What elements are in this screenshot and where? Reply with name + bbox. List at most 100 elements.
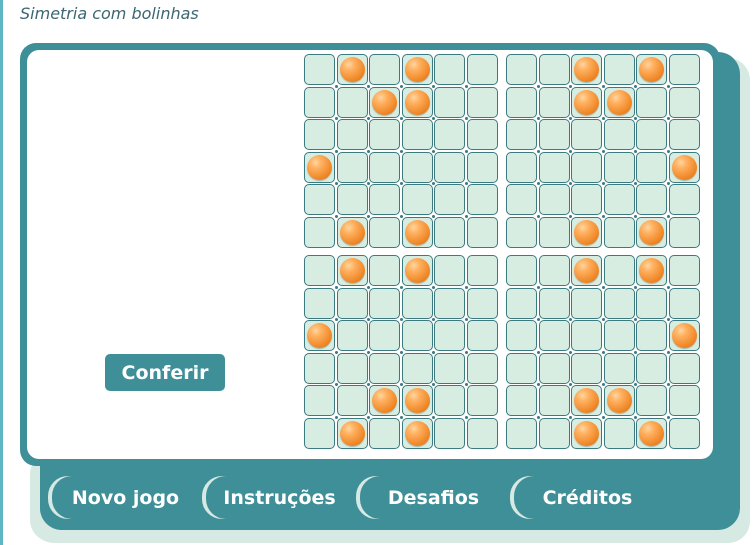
board-cell[interactable] [434,184,465,215]
board-cell[interactable] [506,184,537,215]
board-cell[interactable] [304,287,335,319]
board-cell[interactable] [636,352,667,384]
board-cell[interactable] [506,151,537,183]
board-cell[interactable] [506,287,537,319]
board-cell[interactable] [304,417,335,449]
board-cell[interactable] [538,352,570,384]
board-cell[interactable] [636,385,667,416]
orange-ball[interactable] [574,89,599,115]
tab-new-game[interactable]: Novo jogo [52,476,199,519]
board-cell[interactable] [434,119,465,150]
board-cell[interactable] [506,255,537,286]
board-cell[interactable] [668,119,700,150]
board-cell[interactable] [434,320,465,351]
board-cell[interactable] [538,287,570,319]
board-cell[interactable] [636,151,667,183]
board-cell[interactable] [466,320,498,351]
board-cell[interactable] [538,119,570,150]
board-cell[interactable] [401,151,433,183]
board-cell[interactable] [668,287,700,319]
board-cell[interactable] [369,417,400,449]
board-cell[interactable] [434,255,465,286]
board-cell[interactable] [304,385,335,416]
board-cell[interactable] [304,352,335,384]
board-cell[interactable] [466,119,498,150]
orange-ball[interactable] [639,219,664,245]
board-cell[interactable] [336,287,368,319]
board-cell[interactable] [668,216,700,248]
board-cell[interactable] [506,417,537,449]
board-cell[interactable] [668,255,700,286]
board-cell[interactable] [401,320,433,351]
board-cell[interactable] [571,119,602,150]
board-cell[interactable] [466,151,498,183]
orange-ball[interactable] [339,420,365,446]
tab-credits[interactable]: Créditos [514,476,661,519]
board-cell[interactable] [603,54,635,85]
board-cell[interactable] [636,119,667,150]
orange-ball[interactable] [574,388,599,413]
board-cell[interactable] [466,352,498,384]
board-cell[interactable] [668,86,700,118]
board-cell[interactable] [466,255,498,286]
board-cell[interactable] [369,216,400,248]
board-cell[interactable] [466,216,498,248]
orange-ball[interactable] [307,154,332,180]
board-cell[interactable] [636,86,667,118]
board-cell[interactable] [336,151,368,183]
board-cell[interactable] [336,184,368,215]
orange-ball[interactable] [639,258,664,283]
board-cell[interactable] [603,417,635,449]
board-cell[interactable] [668,184,700,215]
board-cell[interactable] [571,287,602,319]
board-cell[interactable] [304,184,335,215]
board-cell[interactable] [603,151,635,183]
board-cell[interactable] [434,385,465,416]
board-cell[interactable] [466,385,498,416]
board-cell[interactable] [538,184,570,215]
board-cell[interactable] [369,287,400,319]
board-cell[interactable] [401,119,433,150]
board-cell[interactable] [369,352,400,384]
board-cell[interactable] [401,352,433,384]
board-cell[interactable] [538,54,570,85]
orange-ball[interactable] [574,57,599,82]
board-cell[interactable] [304,86,335,118]
board-cell[interactable] [369,320,400,351]
board-cell[interactable] [466,287,498,319]
board-cell[interactable] [336,385,368,416]
board-cell[interactable] [603,216,635,248]
board-cell[interactable] [603,119,635,150]
orange-ball[interactable] [574,219,599,245]
board-cell[interactable] [668,54,700,85]
board-cell[interactable] [506,119,537,150]
board-cell[interactable] [506,54,537,85]
board-cell[interactable] [603,184,635,215]
board-cell[interactable] [571,151,602,183]
board-cell[interactable] [304,255,335,286]
board-cell[interactable] [538,320,570,351]
board-cell[interactable] [603,255,635,286]
board-cell[interactable] [506,385,537,416]
board-cell[interactable] [506,320,537,351]
board-cell[interactable] [369,54,400,85]
board-cell[interactable] [506,352,537,384]
board-cell[interactable] [369,184,400,215]
orange-ball[interactable] [372,388,397,413]
orange-ball[interactable] [574,420,599,446]
orange-ball[interactable] [606,89,632,115]
check-button[interactable]: Conferir [105,354,225,391]
board-cell[interactable] [369,151,400,183]
board-cell[interactable] [538,417,570,449]
board-cell[interactable] [434,216,465,248]
board-cell[interactable] [571,184,602,215]
board-cell[interactable] [336,320,368,351]
board-cell[interactable] [603,352,635,384]
board-cell[interactable] [401,184,433,215]
board-cell[interactable] [336,352,368,384]
orange-ball[interactable] [639,420,664,446]
board-cell[interactable] [434,352,465,384]
orange-ball[interactable] [404,57,430,82]
board-cell[interactable] [668,417,700,449]
orange-ball[interactable] [404,89,430,115]
